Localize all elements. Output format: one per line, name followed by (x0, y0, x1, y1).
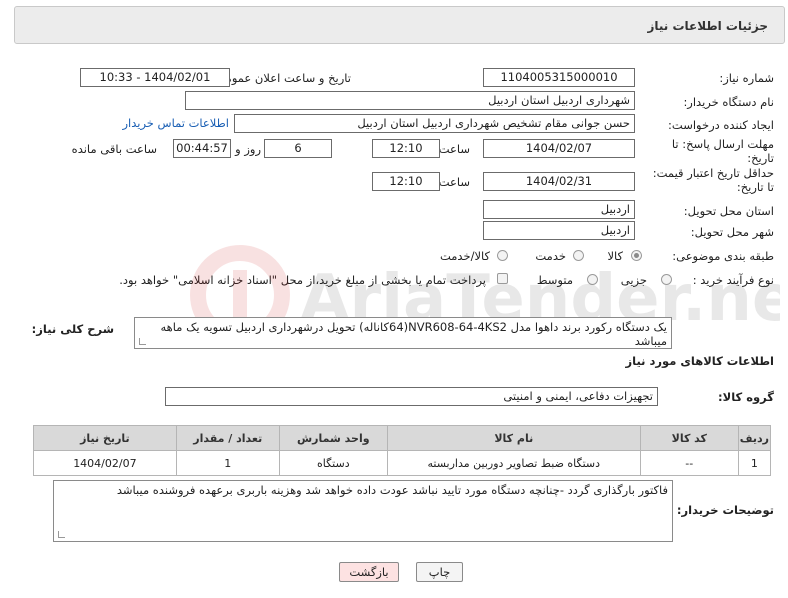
deadline-label-date: تاریخ: (747, 151, 774, 165)
validity-label-date: تا تاریخ: (736, 180, 774, 194)
description-label: شرح کلی نیاز: (31, 322, 114, 336)
category-option-goods-service: کالا/خدمت (439, 249, 490, 263)
cell-item-code: -- (639, 450, 739, 476)
column-header-need-date: تاریخ نیاز (33, 425, 177, 451)
announce-date-label: تاریخ و ساعت اعلان عمومی: (212, 71, 351, 85)
resize-handle[interactable] (139, 338, 146, 345)
table-header-row: ردیف کد کالا نام کالا واحد شمارش تعداد /… (33, 425, 772, 451)
category-radio-goods-service[interactable] (497, 250, 508, 261)
requester-field: حسن جوانی مقام تشخیص شهرداری اردبیل استا… (234, 114, 635, 133)
buyer-notes-label: توضیحات خریدار: (676, 503, 774, 517)
validity-date-field: 1404/02/31 (483, 172, 635, 191)
process-radio-medium[interactable] (587, 274, 598, 285)
buyer-notes-text: فاکتور بارگذاری گردد -چنانچه دستگاه مورد… (116, 483, 668, 497)
description-textarea[interactable]: یک دستگاه رکورد برند داهوا مدل NVR608-64… (134, 317, 672, 349)
cell-row-number: 1 (737, 450, 772, 476)
buyer-org-label: نام دستگاه خریدار: (683, 95, 774, 109)
back-button[interactable]: بازگشت (339, 562, 399, 582)
deadline-time-field: 12:10 (372, 139, 440, 158)
buyer-notes-textarea[interactable]: فاکتور بارگذاری گردد -چنانچه دستگاه مورد… (53, 480, 673, 542)
buyer-contact-link[interactable]: اطلاعات تماس خریدار (122, 116, 229, 130)
category-label: طبقه بندی موضوعی: (672, 249, 774, 263)
column-header-item-code: کد کالا (639, 425, 739, 451)
remaining-time-label: ساعت باقی مانده (71, 142, 157, 156)
cell-need-date: 1404/02/07 (33, 450, 177, 476)
print-button[interactable]: چاپ (416, 562, 463, 582)
deadline-time-label: ساعت (438, 142, 470, 156)
resize-handle[interactable] (58, 531, 65, 538)
process-option-medium: متوسط (536, 273, 573, 287)
cell-unit: دستگاه (278, 450, 388, 476)
buyer-org-field: شهرداری اردبیل استان اردبیل (185, 91, 635, 110)
requester-label: ایجاد کننده درخواست: (668, 118, 774, 132)
process-radio-minor[interactable] (661, 274, 672, 285)
page-header: جزئیات اطلاعات نیاز (14, 6, 785, 44)
column-header-unit: واحد شمارش (278, 425, 388, 451)
column-header-row-number: ردیف (737, 425, 772, 451)
page-title: جزئیات اطلاعات نیاز (647, 19, 768, 33)
process-option-minor: جزیی (620, 273, 647, 287)
validity-time-label: ساعت (438, 175, 470, 189)
treasury-payment-note: پرداخت تمام یا بخشی از مبلغ خرید،از محل … (119, 273, 486, 287)
deadline-date-field: 1404/02/07 (483, 139, 635, 158)
delivery-city-label: شهر محل تحویل: (690, 225, 774, 239)
cell-quantity: 1 (175, 450, 280, 476)
cell-item-name: دستگاه ضبط تصاویر دوربین مداربسته (386, 450, 641, 476)
column-header-quantity: تعداد / مقدار (175, 425, 280, 451)
need-number-field: 1104005315000010 (483, 68, 635, 87)
delivery-province-label: استان محل تحویل: (683, 204, 774, 218)
description-text: یک دستگاه رکورد برند داهوا مدل NVR608-64… (160, 320, 667, 348)
category-radio-service[interactable] (573, 250, 584, 261)
column-header-item-name: نام کالا (386, 425, 641, 451)
process-label: نوع فرآیند خرید : (692, 273, 774, 287)
validity-time-field: 12:10 (372, 172, 440, 191)
treasury-payment-checkbox[interactable] (497, 273, 508, 284)
category-option-goods: کالا (607, 249, 623, 263)
goods-group-label: گروه کالا: (718, 390, 774, 404)
delivery-city-field: اردبیل (483, 221, 635, 240)
table-row: 1 -- دستگاه ضبط تصاویر دوربین مداربسته د… (33, 450, 772, 476)
deadline-label: مهلت ارسال پاسخ: تا (671, 137, 774, 151)
need-number-label: شماره نیاز: (719, 71, 774, 85)
goods-table: ردیف کد کالا نام کالا واحد شمارش تعداد /… (33, 425, 772, 476)
remaining-time-field: 00:44:57 (173, 139, 231, 158)
validity-label: حداقل تاریخ اعتبار قیمت: (652, 166, 774, 180)
category-option-service: خدمت (535, 249, 566, 263)
goods-group-field: تجهیزات دفاعی، ایمنی و امنیتی (165, 387, 658, 406)
goods-section-title: اطلاعات کالاهای مورد نیاز (625, 354, 774, 368)
delivery-province-field: اردبیل (483, 200, 635, 219)
days-remaining-field: 6 (264, 139, 332, 158)
category-radio-goods[interactable] (631, 250, 642, 261)
announce-date-field: 1404/02/01 - 10:33 (80, 68, 230, 87)
days-label: روز و (235, 142, 261, 156)
